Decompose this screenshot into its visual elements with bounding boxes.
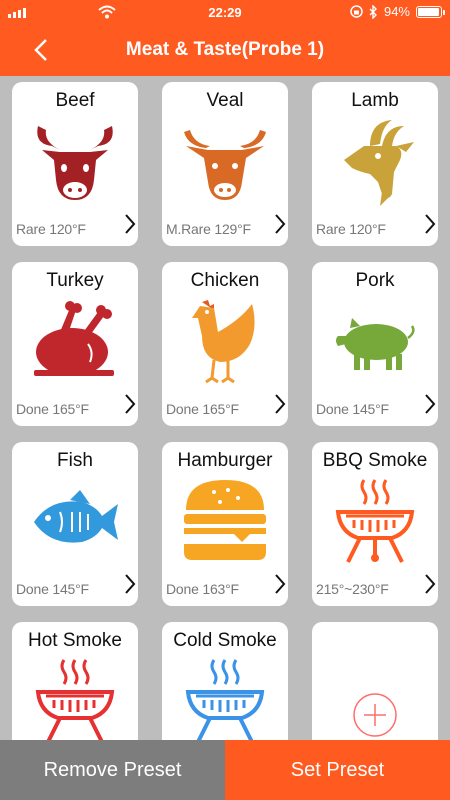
chevron-right-icon — [425, 214, 436, 234]
grill-icon — [185, 659, 265, 740]
battery-percent: 94% — [383, 4, 410, 19]
preset-card-turkey[interactable]: Turkey Done 165°F — [12, 262, 138, 426]
orientation-lock-icon — [350, 5, 363, 18]
fish-icon — [34, 490, 118, 543]
chevron-right-icon — [425, 394, 436, 414]
set-preset-button[interactable]: Set Preset — [225, 740, 450, 800]
preset-temp: Rare 120°F — [316, 221, 386, 237]
preset-name: Veal — [206, 90, 244, 111]
grill-icon — [335, 479, 415, 563]
preset-temp: Done 163°F — [166, 581, 239, 597]
pig-icon — [336, 318, 415, 370]
page-title: Meat & Taste(Probe 1) — [125, 39, 325, 60]
preset-name: Hamburger — [177, 450, 273, 471]
preset-temp: Done 145°F — [16, 581, 89, 597]
preset-name: Pork — [355, 270, 395, 291]
chevron-right-icon — [275, 574, 286, 594]
preset-card-beef[interactable]: Beef Rare 120°F — [12, 82, 138, 246]
chevron-right-icon — [275, 394, 286, 414]
preset-name: Chicken — [190, 270, 260, 291]
bottom-action-bar: Remove Preset Set Preset — [0, 740, 450, 800]
hamburger-icon — [184, 480, 266, 560]
preset-temp: M.Rare 129°F — [166, 221, 251, 237]
preset-temp: Done 165°F — [166, 401, 239, 417]
chevron-right-icon — [425, 574, 436, 594]
preset-name: Beef — [55, 90, 95, 111]
preset-card-pork[interactable]: Pork Done 145°F — [312, 262, 438, 426]
preset-name: Cold Smoke — [173, 630, 277, 651]
add-preset-card[interactable] — [312, 622, 438, 740]
preset-temp: Rare 120°F — [16, 221, 86, 237]
preset-temp: 215°~230°F — [316, 581, 389, 597]
preset-name: Turkey — [46, 270, 104, 291]
chevron-right-icon — [125, 214, 136, 234]
nav-bar: Meat & Taste(Probe 1) — [0, 24, 450, 76]
preset-card-fish[interactable]: Fish Done 145°F — [12, 442, 138, 606]
preset-card-veal[interactable]: Veal M.Rare 129°F — [162, 82, 288, 246]
plus-circle-icon — [353, 693, 397, 737]
chevron-right-icon — [125, 574, 136, 594]
grill-icon — [35, 659, 115, 740]
preset-name: Hot Smoke — [28, 630, 122, 651]
preset-card-hamburger[interactable]: Hamburger Done 163°F — [162, 442, 288, 606]
chevron-right-icon — [275, 214, 286, 234]
remove-preset-button[interactable]: Remove Preset — [0, 740, 225, 800]
turkey-icon — [34, 301, 114, 376]
preset-name: Fish — [57, 450, 93, 471]
calf-icon — [184, 130, 266, 200]
preset-name: Lamb — [351, 90, 399, 111]
preset-card-hot-smoke[interactable]: Hot Smoke — [12, 622, 138, 740]
preset-card-chicken[interactable]: Chicken Done 165°F — [162, 262, 288, 426]
preset-card-bbq-smoke[interactable]: BBQ Smoke 215°~230°F — [312, 442, 438, 606]
bluetooth-icon — [369, 4, 377, 19]
chicken-icon — [192, 300, 255, 384]
battery-icon — [416, 5, 445, 18]
status-bar: 22:29 94% — [0, 0, 450, 24]
goat-icon — [344, 120, 414, 206]
preset-temp: Done 165°F — [16, 401, 89, 417]
cow-icon — [37, 126, 113, 200]
preset-name: BBQ Smoke — [322, 450, 428, 471]
preset-card-lamb[interactable]: Lamb Rare 120°F — [312, 82, 438, 246]
preset-temp: Done 145°F — [316, 401, 389, 417]
preset-grid: Beef Rare 120°F Veal M.Rare 129°F Lamb R… — [0, 76, 450, 740]
chevron-right-icon — [125, 394, 136, 414]
preset-card-cold-smoke[interactable]: Cold Smoke — [162, 622, 288, 740]
